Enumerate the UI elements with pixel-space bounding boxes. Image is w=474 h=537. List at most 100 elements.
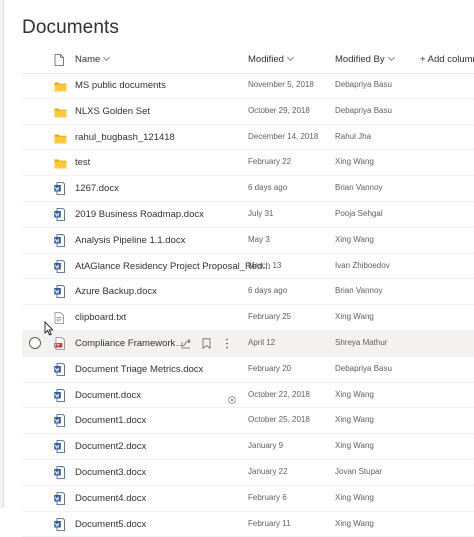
item-name-link[interactable]: clipboard.txt <box>75 312 126 323</box>
word-icon <box>54 285 65 303</box>
column-name-header[interactable]: Name <box>75 53 111 65</box>
left-rail <box>0 0 4 508</box>
item-name-link[interactable]: rahul_bugbash_121418 <box>75 132 175 143</box>
item-modified-by: Xing Wang <box>335 518 374 528</box>
item-name-link[interactable]: Azure Backup.docx <box>75 286 157 297</box>
item-name-link[interactable]: Document5.docx <box>75 519 146 530</box>
list-item[interactable]: rahul_bugbash_121418 December 14, 2018 Rah… <box>22 125 474 151</box>
column-modified-header[interactable]: Modified <box>248 53 294 65</box>
item-modified-by: Xing Wang <box>335 415 374 425</box>
list-item[interactable]: NLXS Golden Set October 29, 2018 Debapriya… <box>22 99 474 125</box>
word-icon <box>54 388 65 407</box>
list-item[interactable]: test February 22 Xing Wang <box>22 150 474 177</box>
page-title: Documents <box>22 17 119 38</box>
word-icon <box>54 362 65 381</box>
item-modified-by: Xing Wang <box>335 492 374 502</box>
list-item[interactable]: MS public documents November 5, 2018 Debap… <box>22 73 474 99</box>
item-modified-by: Xing Wang <box>335 312 374 322</box>
column-header: Name Modified Modified By + Add column <box>22 46 474 74</box>
document-list: MS public documents November 5, 2018 Debap… <box>22 73 474 537</box>
item-modified-by: Debapriya Basu <box>335 105 392 115</box>
word-icon <box>54 517 65 536</box>
column-modified-by-header[interactable]: Modified By <box>335 53 395 65</box>
item-name-link[interactable]: Document.docx <box>75 390 141 401</box>
bookmark-icon[interactable] <box>202 336 211 354</box>
item-modified-by: Pooja Sehgal <box>335 208 383 218</box>
column-modified-by-label: Modified By <box>335 54 385 65</box>
word-icon <box>54 491 65 510</box>
item-modified: February 25 <box>248 312 292 322</box>
item-modified-by: Brian Vannoy <box>335 183 383 193</box>
word-icon <box>54 182 65 200</box>
item-modified: February 22 <box>248 157 292 167</box>
folder-icon <box>54 156 67 174</box>
folder-icon <box>54 131 67 149</box>
column-name-label: Name <box>75 54 101 65</box>
chevron-down-icon <box>103 53 111 62</box>
select-row-radio[interactable] <box>29 336 41 349</box>
list-item[interactable]: Document5.docx February 11 Xing Wang <box>22 512 474 537</box>
item-name-link[interactable]: test <box>75 157 90 168</box>
list-item[interactable]: Analysis Pipeline 1.1.docx May 3 Xing Wang <box>22 228 474 254</box>
word-icon <box>54 233 65 252</box>
word-icon <box>54 414 65 432</box>
chevron-down-icon <box>286 53 294 62</box>
word-icon <box>54 466 65 484</box>
file-type-icon[interactable] <box>54 53 64 71</box>
list-item[interactable]: Document3.docx January 22 Jovan Stupar <box>22 460 474 486</box>
item-modified: February 6 <box>248 492 287 502</box>
item-name-link[interactable]: NLXS Golden Set <box>75 106 150 117</box>
item-name-link[interactable]: Document1.docx <box>75 415 146 426</box>
item-name-link[interactable]: Document4.docx <box>75 493 146 504</box>
list-item[interactable]: AtAGlance Residency Project Proposal_Red… <box>22 254 474 280</box>
share-icon[interactable] <box>181 336 192 354</box>
item-modified: July 31 <box>248 208 274 218</box>
item-modified-by: Xing Wang <box>335 389 374 399</box>
item-name-link[interactable]: Analysis Pipeline 1.1.docx <box>75 235 185 246</box>
column-modified-label: Modified <box>248 54 284 65</box>
list-item[interactable]: 2019 Business Roadmap.docx July 31 Pooja S… <box>22 202 474 228</box>
item-modified-by: Xing Wang <box>335 234 374 244</box>
item-modified-by: Xing Wang <box>335 157 374 167</box>
item-name-link[interactable]: Document3.docx <box>75 467 146 478</box>
add-column-button[interactable]: + Add column <box>420 54 474 65</box>
item-name-link[interactable]: AtAGlance Residency Project Proposal_Red… <box>75 261 270 272</box>
item-modified-by: Ivan Zhiboedov <box>335 260 390 270</box>
item-modified: May 3 <box>248 234 270 244</box>
item-name-link[interactable]: Compliance Framework d... <box>75 338 185 349</box>
sync-status-icon <box>228 391 236 409</box>
list-item[interactable]: clipboard.txt February 25 Xing Wang <box>22 305 474 331</box>
item-modified-by: Xing Wang <box>335 441 374 451</box>
list-item[interactable]: Document2.docx January 9 Xing Wang <box>22 434 474 460</box>
mouse-cursor-icon <box>44 321 54 336</box>
item-modified: October 22, 2018 <box>248 389 310 399</box>
item-modified-by: Jovan Stupar <box>335 466 383 476</box>
item-modified: February 20 <box>248 363 292 373</box>
item-name-link[interactable]: 1267.docx <box>75 183 119 194</box>
item-modified: 6 days ago <box>248 286 288 296</box>
list-item[interactable]: Document1.docx October 25, 2018 Xing Wang <box>22 408 474 435</box>
item-modified: March 13 <box>248 260 282 270</box>
item-modified-by: Debapriya Basu <box>335 363 392 373</box>
item-modified: 6 days ago <box>248 183 288 193</box>
folder-icon <box>54 105 67 123</box>
item-modified: February 11 <box>248 518 291 528</box>
item-modified: December 14, 2018 <box>248 131 319 141</box>
list-item[interactable]: Document.docx October 22, 2018 Xing Wang <box>22 383 474 409</box>
item-name-link[interactable]: Document2.docx <box>75 441 146 452</box>
item-modified: October 25, 2018 <box>248 415 310 425</box>
word-icon <box>54 440 65 458</box>
item-name-link[interactable]: MS public documents <box>75 80 166 91</box>
item-modified: April 12 <box>248 337 276 347</box>
item-modified: November 5, 2018 <box>248 80 314 89</box>
more-options-icon[interactable] <box>225 336 229 354</box>
item-name-link[interactable]: Document Triage Metrics.docx <box>75 364 203 375</box>
list-item[interactable]: Compliance Framework d... April 12 Shreya … <box>22 330 474 357</box>
item-name-link[interactable]: 2019 Business Roadmap.docx <box>75 209 204 220</box>
list-item[interactable]: Document Triage Metrics.docx February 20 D… <box>22 357 474 383</box>
folder-icon <box>54 79 67 97</box>
item-modified-by: Brian Vannoy <box>335 286 383 296</box>
item-modified-by: Rahul Jha <box>335 131 372 141</box>
list-item[interactable]: Azure Backup.docx 6 days ago Brian Vannoy <box>22 279 474 306</box>
list-item[interactable]: 1267.docx 6 days ago Brian Vannoy <box>22 176 474 202</box>
